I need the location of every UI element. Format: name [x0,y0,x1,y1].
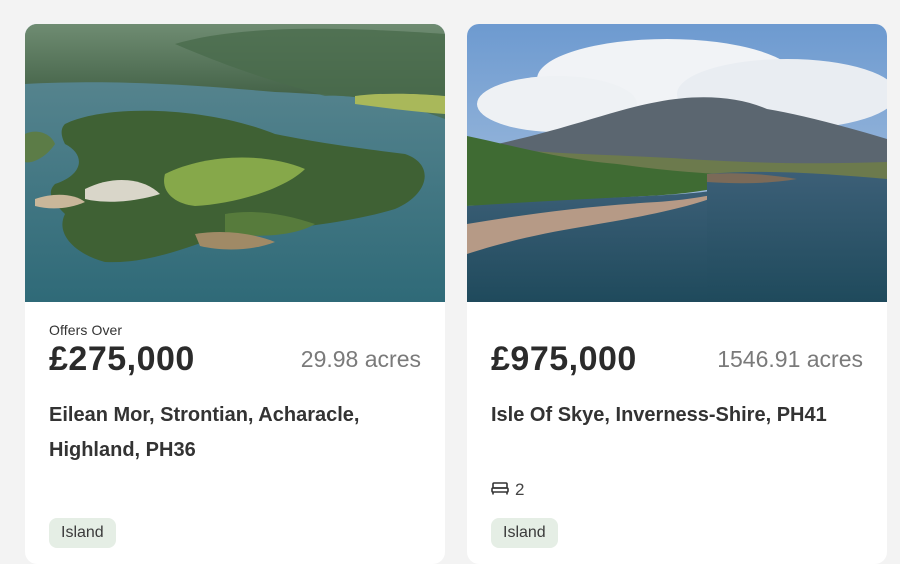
property-type-badge: Island [491,518,558,548]
coast-mountain-photo [467,24,887,302]
listing-address[interactable]: Isle Of Skye, Inverness-Shire, PH41 [491,398,871,433]
bedroom-count: 2 [515,480,525,499]
price: £275,000 [49,340,195,378]
acreage: 29.98 acres [300,346,421,372]
property-type-badge: Island [49,518,116,548]
bedrooms: 2 [491,480,524,500]
listing-photo[interactable] [467,24,887,302]
price: £975,000 [491,340,637,378]
offers-over-label: Offers Over [49,322,123,338]
aerial-island-photo [25,24,445,302]
listing-card-isle-of-skye[interactable]: £975,000 1546.91 acres Isle Of Skye, Inv… [467,24,887,564]
listing-card-eilean-mor[interactable]: Offers Over £275,000 29.98 acres Eilean … [25,24,445,564]
bed-icon [491,480,509,500]
listing-photo[interactable] [25,24,445,302]
acreage: 1546.91 acres [717,346,863,372]
listing-address[interactable]: Eilean Mor, Strontian, Acharacle, Highla… [49,398,429,468]
